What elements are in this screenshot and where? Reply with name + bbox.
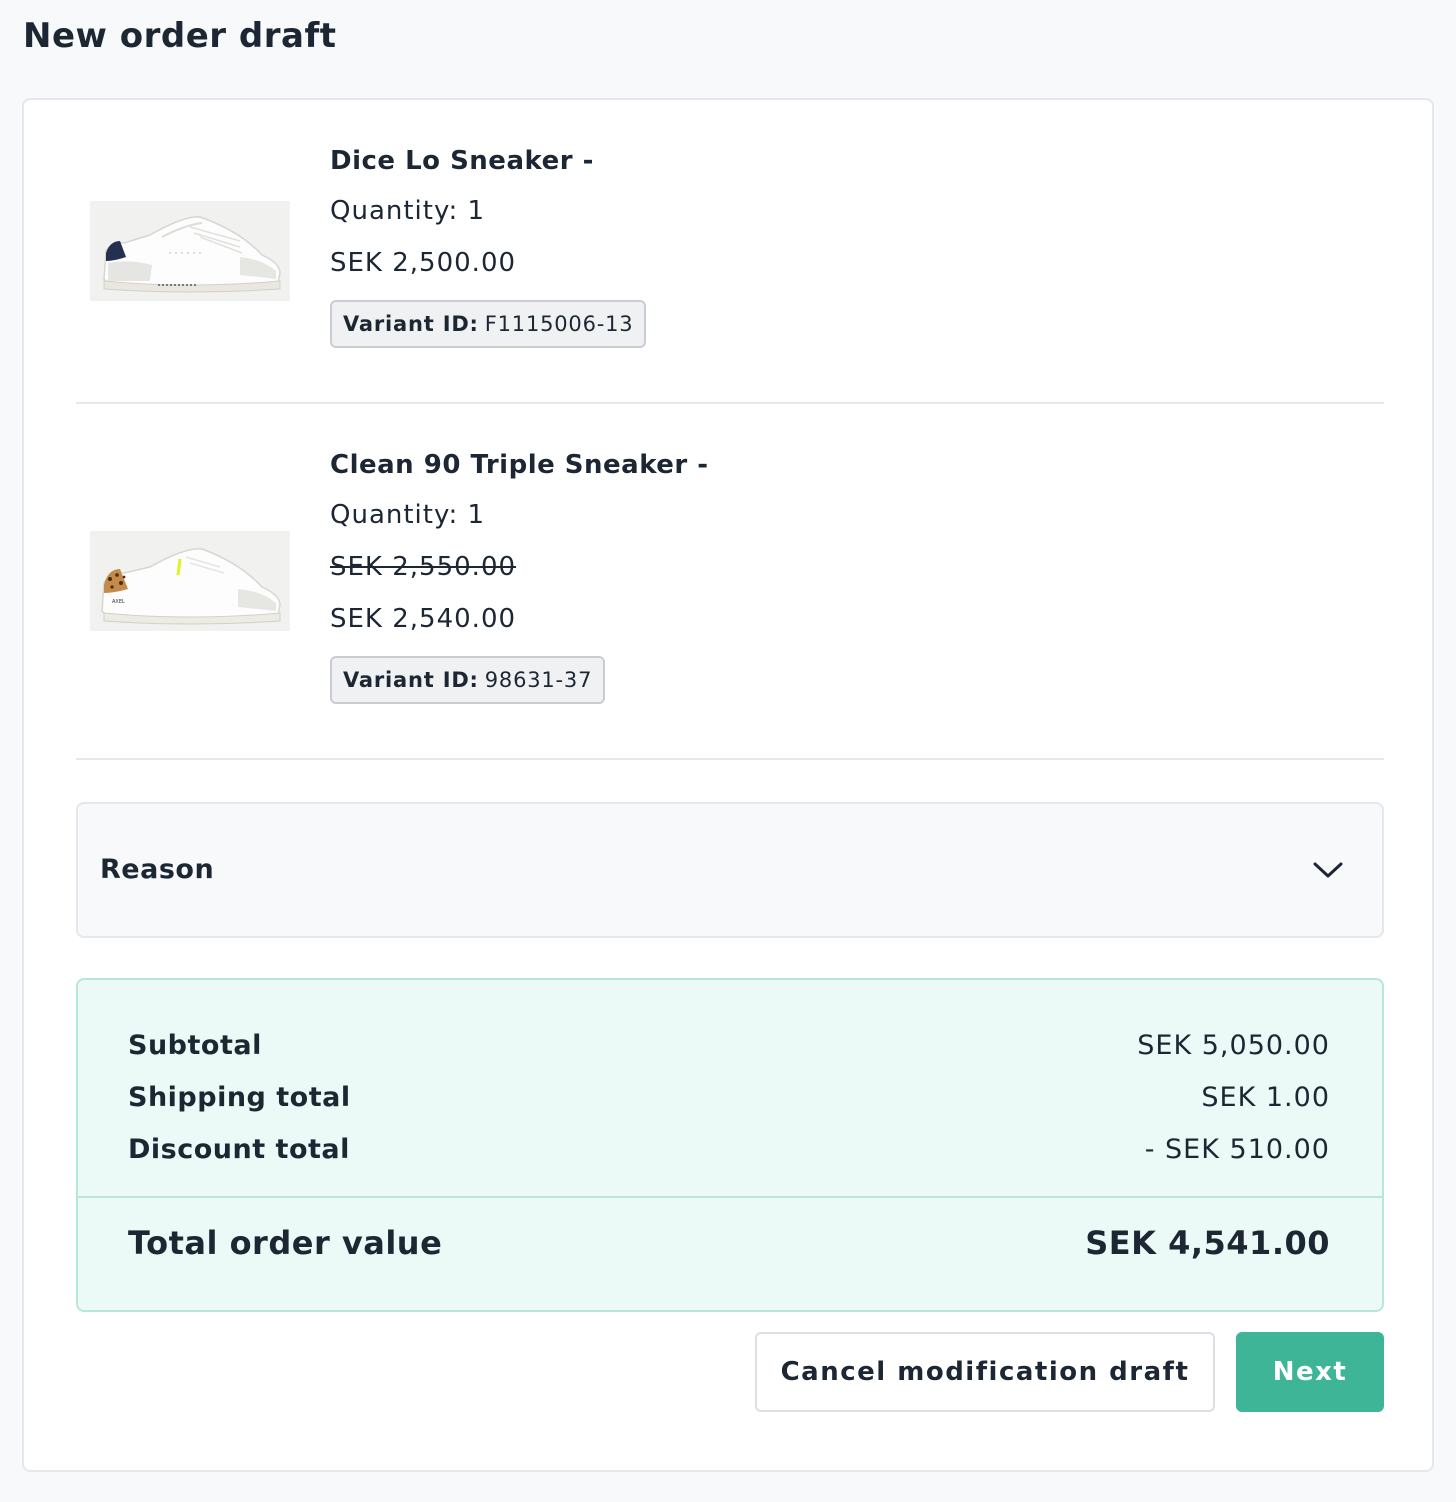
discount-total-label: Discount total — [128, 1134, 350, 1165]
discount-total-row: Discount total - SEK 510.00 — [128, 1134, 1330, 1170]
sneaker-navy-heel-image — [90, 201, 290, 301]
subtotal-label: Subtotal — [128, 1030, 262, 1061]
product-price: SEK 2,500.00 — [330, 248, 517, 278]
page-title: New order draft — [23, 16, 337, 56]
chevron-down-icon[interactable] — [1312, 860, 1344, 880]
shipping-total-label: Shipping total — [128, 1082, 351, 1113]
order-draft-card: Dice Lo Sneaker - Quantity: 1 SEK 2,500.… — [22, 98, 1434, 1472]
summary-divider — [78, 1196, 1382, 1198]
order-summary: Subtotal SEK 5,050.00 Shipping total SEK… — [76, 978, 1384, 1312]
shipping-total-value: SEK 1.00 — [1201, 1082, 1330, 1113]
variant-id-label: Variant ID: — [343, 312, 479, 336]
total-order-value-label: Total order value — [128, 1224, 443, 1262]
cancel-modification-draft-button[interactable]: Cancel modification draft — [755, 1332, 1215, 1412]
reason-dropdown[interactable]: Reason — [76, 802, 1384, 938]
subtotal-row: Subtotal SEK 5,050.00 — [128, 1030, 1330, 1066]
product-quantity: Quantity: 1 — [330, 500, 486, 530]
product-price: SEK 2,540.00 — [330, 604, 517, 634]
product-quantity: Quantity: 1 — [330, 196, 486, 226]
variant-id-badge: Variant ID: F1115006-13 — [330, 300, 647, 348]
subtotal-value: SEK 5,050.00 — [1137, 1030, 1330, 1061]
reason-label: Reason — [100, 854, 215, 885]
total-order-value-row: Total order value SEK 4,541.00 — [128, 1224, 1330, 1268]
shipping-total-row: Shipping total SEK 1.00 — [128, 1082, 1330, 1118]
product-name: Clean 90 Triple Sneaker - — [330, 450, 709, 480]
discount-total-value: - SEK 510.00 — [1144, 1134, 1330, 1165]
variant-id-value: 98631-37 — [484, 668, 593, 692]
variant-id-badge: Variant ID: 98631-37 — [330, 656, 606, 704]
sneaker-leopard-heel-image: AXEL — [90, 531, 290, 631]
original-price: SEK 2,550.00 — [330, 552, 517, 582]
variant-id-label: Variant ID: — [343, 668, 479, 692]
variant-id-value: F1115006-13 — [484, 312, 634, 336]
product-name: Dice Lo Sneaker - — [330, 146, 594, 176]
line-item: AXEL Clean 90 Triple Sneaker - Quantity:… — [76, 404, 1384, 760]
product-image — [90, 201, 290, 301]
product-image: AXEL — [90, 531, 290, 631]
line-item: Dice Lo Sneaker - Quantity: 1 SEK 2,500.… — [76, 100, 1384, 404]
svg-text:AXEL: AXEL — [112, 599, 125, 605]
total-order-value: SEK 4,541.00 — [1085, 1224, 1330, 1262]
next-button[interactable]: Next — [1236, 1332, 1384, 1412]
